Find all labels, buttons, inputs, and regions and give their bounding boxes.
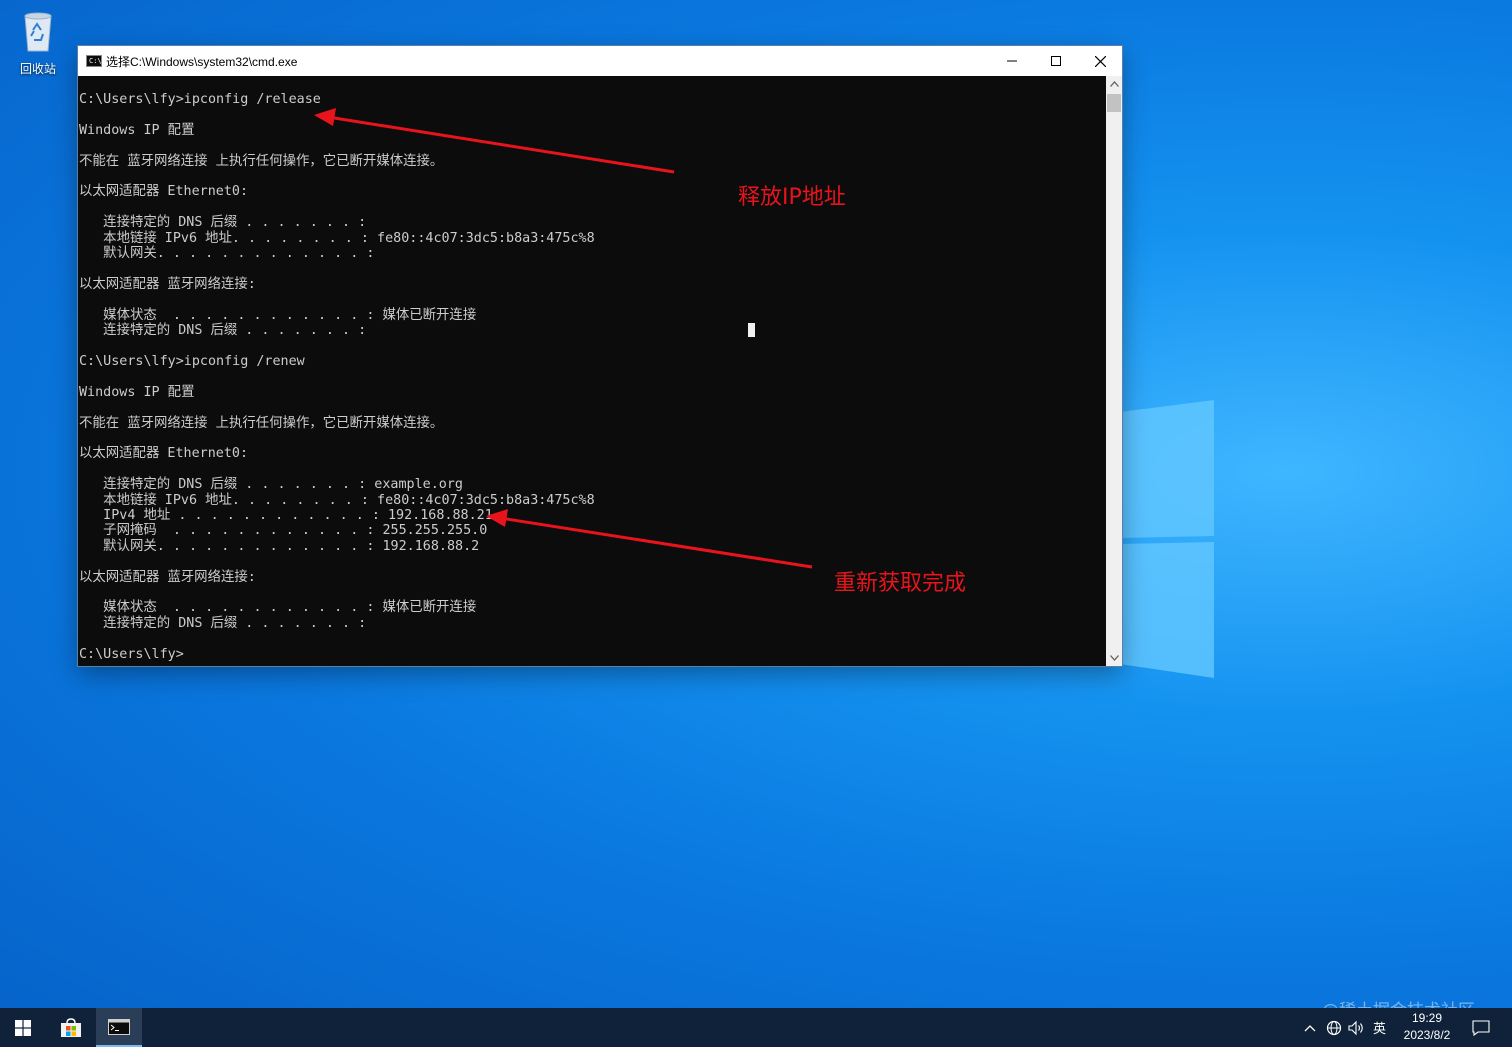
window-titlebar[interactable]: C:\ 选择C:\Windows\system32\cmd.exe xyxy=(78,46,1122,76)
show-hidden-icons-button[interactable] xyxy=(1304,1008,1316,1047)
scroll-thumb[interactable] xyxy=(1107,94,1121,112)
volume-button[interactable] xyxy=(1348,1008,1366,1047)
chevron-down-icon xyxy=(1109,655,1119,661)
text-cursor xyxy=(748,323,755,337)
minimize-button[interactable] xyxy=(990,46,1034,76)
maximize-icon xyxy=(1051,56,1061,66)
chevron-up-icon xyxy=(1109,81,1119,87)
maximize-button[interactable] xyxy=(1034,46,1078,76)
cmd-app-icon-text: C:\ xyxy=(89,57,102,65)
taskbar: 英 19:29 2023/8/2 xyxy=(0,1008,1512,1047)
start-button[interactable] xyxy=(0,1008,46,1047)
release-annotation: 释放IP地址 xyxy=(738,185,846,210)
network-button[interactable] xyxy=(1326,1008,1342,1047)
cmd-taskbar-icon xyxy=(108,1018,130,1035)
clock-date: 2023/8/2 xyxy=(1403,1028,1451,1042)
network-globe-icon xyxy=(1326,1020,1342,1035)
speaker-icon xyxy=(1348,1020,1363,1035)
recycle-bin-label: 回收站 xyxy=(19,62,56,76)
windows-start-icon xyxy=(15,1019,31,1036)
action-center-button[interactable] xyxy=(1472,1008,1490,1047)
recycle-bin-shortcut[interactable]: 回收站 xyxy=(12,8,64,77)
close-icon xyxy=(1094,55,1106,67)
window-title: 选择C:\Windows\system32\cmd.exe xyxy=(106,55,298,69)
close-button[interactable] xyxy=(1078,46,1122,76)
cmd-app-icon: C:\ xyxy=(86,55,102,67)
scroll-down-button[interactable] xyxy=(1106,650,1122,666)
chevron-up-icon xyxy=(1304,1024,1316,1031)
taskbar-cmd-button[interactable] xyxy=(96,1008,142,1047)
vertical-scrollbar[interactable] xyxy=(1106,76,1122,666)
minimize-icon xyxy=(1007,60,1017,62)
store-bag-icon xyxy=(61,1017,81,1037)
renew-annotation: 重新获取完成 xyxy=(834,571,967,596)
clock-time: 19:29 xyxy=(1411,1011,1443,1025)
console-text: C:\Users\lfy>ipconfig /release Windows I… xyxy=(79,92,595,662)
wallpaper-windows-logo xyxy=(1120,400,1214,678)
notification-icon xyxy=(1472,1019,1490,1036)
recycle-bin-icon xyxy=(24,12,52,52)
input-language-indicator[interactable]: 英 xyxy=(1373,1008,1386,1047)
scroll-up-button[interactable] xyxy=(1106,76,1122,92)
taskbar-clock[interactable]: 19:29 2023/8/2 xyxy=(1396,1010,1458,1044)
taskbar-store-button[interactable] xyxy=(48,1008,94,1047)
